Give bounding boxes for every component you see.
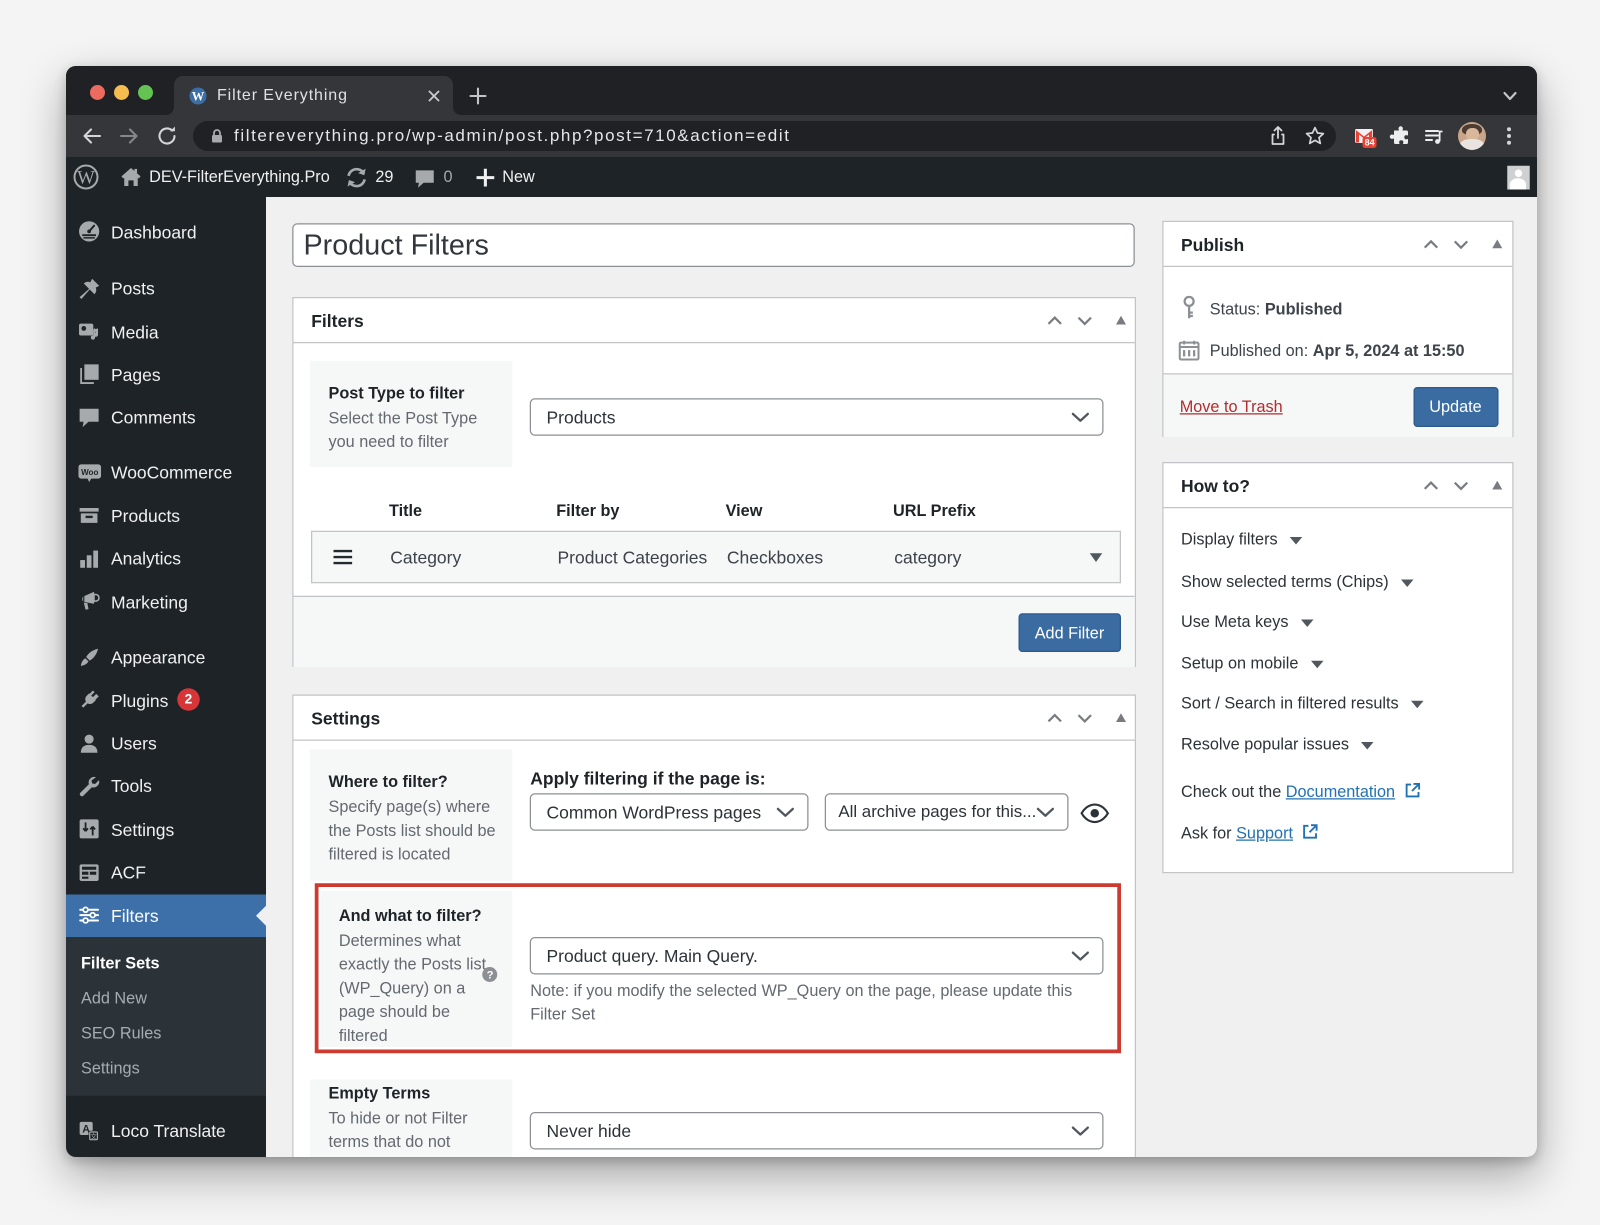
svg-text:84: 84	[1365, 138, 1375, 148]
svg-text:文: 文	[90, 1131, 97, 1140]
svg-text:Woo: Woo	[81, 468, 98, 477]
svg-text:W: W	[77, 167, 95, 188]
svg-text:W: W	[192, 89, 205, 103]
